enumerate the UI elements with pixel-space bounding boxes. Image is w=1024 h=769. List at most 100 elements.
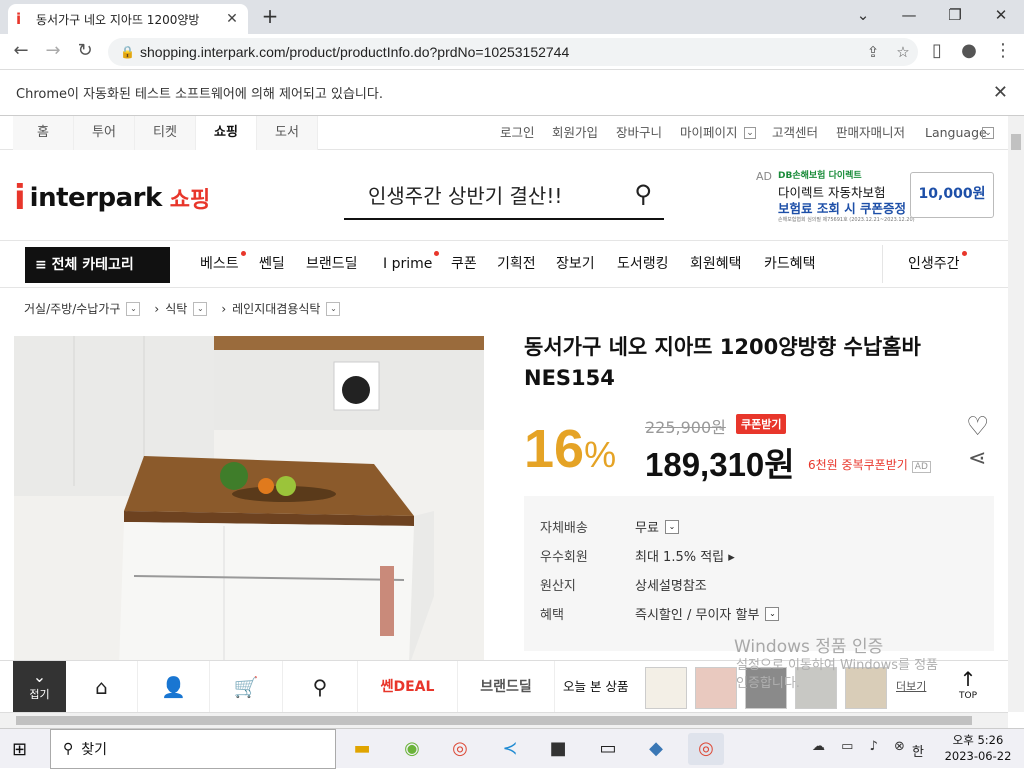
infobar-text: Chrome이 자동화된 테스트 소프트웨어에 의해 제어되고 있습니다. <box>16 87 383 102</box>
chrome-active-icon[interactable]: ◎ <box>688 733 724 765</box>
cat-coupon[interactable]: 쿠폰 <box>451 241 477 287</box>
mypage-dropdown-icon[interactable]: ⌄ <box>744 127 756 139</box>
windows-start-icon[interactable]: ⊞ <box>12 739 27 760</box>
minimize-button[interactable]: — <box>894 4 924 28</box>
search-icon[interactable]: ⚲ <box>283 661 358 713</box>
topnav-books[interactable]: 도서 <box>257 116 318 150</box>
forward-icon[interactable]: → <box>42 42 64 62</box>
chevron-down-icon[interactable]: ⌄ <box>326 301 341 316</box>
language-dropdown-icon[interactable]: ⌄ <box>982 127 994 139</box>
address-bar[interactable]: 🔒 shopping.interpark.com/product/product… <box>108 38 918 66</box>
bookmark-star-icon[interactable]: ☆ <box>888 43 918 61</box>
system-tray[interactable]: ☁ ▭ ♪ ⊗ <box>812 739 911 754</box>
mypage-link[interactable]: 마이페이지 <box>680 116 738 150</box>
cart-link[interactable]: 장바구니 <box>616 116 662 150</box>
duplicate-coupon-link[interactable]: 6천원 중복쿠폰받기 AD <box>808 456 931 473</box>
close-window-button[interactable]: ✕ <box>986 4 1016 28</box>
url-text[interactable]: shopping.interpark.com/product/productIn… <box>140 44 858 60</box>
cat-sendeal[interactable]: 쎈딜 <box>259 241 285 287</box>
menu-kebab-icon[interactable]: ⋮ <box>992 42 1014 62</box>
vertical-scrollbar[interactable] <box>1008 116 1024 712</box>
insurance-ad-banner[interactable]: AD DB손해보험 다이렉트 다이렉트 자동차보험 보험료 조회 시 쿠폰증정 … <box>756 164 996 226</box>
chevron-down-icon[interactable]: ⌄ <box>126 301 141 316</box>
tab-search-icon[interactable]: ⌄ <box>848 4 878 28</box>
topnav-tour[interactable]: 투어 <box>74 116 135 150</box>
new-tab-button[interactable]: + <box>258 6 282 28</box>
sticky-app-icon[interactable]: ■ <box>540 733 576 765</box>
chevron-down-icon[interactable]: ⌄ <box>193 301 208 316</box>
topnav-ticket[interactable]: 티켓 <box>135 116 196 150</box>
back-icon[interactable]: ← <box>10 42 32 62</box>
cat-grocery[interactable]: 장보기 <box>556 241 595 287</box>
recent-product-thumb[interactable] <box>645 667 687 709</box>
side-panel-icon[interactable]: ▯ <box>926 42 948 62</box>
language-select[interactable]: Language <box>925 116 987 150</box>
info-row-shipping: 자체배송 무료 ⌄ <box>540 512 994 541</box>
fold-button[interactable]: ⌄ 접기 <box>13 661 66 713</box>
info-value[interactable]: 최대 1.5% 적립 ▸ <box>635 546 735 565</box>
file-explorer-icon[interactable]: ▬ <box>344 733 380 765</box>
info-key: 자체배송 <box>540 521 588 536</box>
sendeal-button[interactable]: 쎈DEAL <box>358 661 458 713</box>
share-icon[interactable]: ⋖ <box>968 446 986 471</box>
cat-exhibition[interactable]: 기획전 <box>497 241 536 287</box>
home-icon[interactable]: ⌂ <box>66 661 138 713</box>
taskbar-search[interactable]: ⚲ 찾기 <box>50 729 336 769</box>
ad-fine-print: 손해보험협회 심의필 제75691호 (2023.12.21~2023.12.2… <box>778 217 915 223</box>
cat-best-label: 베스트 <box>200 256 239 272</box>
new-dot <box>240 251 246 256</box>
restore-button[interactable]: ❐ <box>940 4 970 28</box>
search-box[interactable]: 인생주간 상반기 결산!! ⚲ <box>344 178 664 220</box>
cart-icon[interactable]: 🛒 <box>210 661 283 713</box>
cat-book-ranking[interactable]: 도서랭킹 <box>617 241 669 287</box>
cat-card-benefits[interactable]: 카드혜택 <box>764 241 816 287</box>
chrome-icon[interactable]: ◎ <box>442 733 478 765</box>
cat-best[interactable]: 베스트 <box>200 241 246 287</box>
discount-unit: % <box>584 434 617 475</box>
python-icon[interactable]: ◆ <box>638 733 674 765</box>
chevron-down-icon[interactable]: ⌄ <box>765 606 780 621</box>
reload-icon[interactable]: ↻ <box>74 42 96 62</box>
close-infobar-icon[interactable]: ✕ <box>993 82 1008 103</box>
cat-iprime[interactable]: I prime <box>383 241 440 287</box>
recent-product-thumb[interactable] <box>695 667 737 709</box>
get-coupon-button[interactable]: 쿠폰받기 <box>736 414 787 434</box>
chevron-down-icon[interactable]: ⌄ <box>664 519 679 534</box>
search-input[interactable]: 인생주간 상반기 결산!! <box>368 180 562 209</box>
interpark-logo[interactable]: ⅰ interpark 쇼핑 <box>14 178 210 218</box>
wishlist-heart-icon[interactable]: ♡ <box>966 412 989 442</box>
top-button[interactable]: ↑ TOP <box>952 667 984 701</box>
user-icon[interactable]: 👤 <box>138 661 210 713</box>
browser-tab[interactable]: ⅰ 동서가구 네오 지아뜨 1200양방 ✕ <box>8 4 248 34</box>
share-page-icon[interactable]: ⇪ <box>858 43 888 61</box>
breadcrumb-level1[interactable]: 거실/주방/수납가구 <box>24 300 120 317</box>
scrollbar-thumb[interactable] <box>1011 134 1021 150</box>
branddeal-button[interactable]: 브랜드딜 <box>458 661 555 713</box>
product-image[interactable] <box>14 336 484 660</box>
ad-tag: AD <box>911 461 931 473</box>
discount-value: 16 <box>524 419 585 479</box>
hscroll-thumb[interactable] <box>16 716 972 725</box>
ime-indicator[interactable]: 한 <box>912 741 924 760</box>
profile-icon[interactable]: ● <box>958 42 980 62</box>
vscode-icon[interactable]: ≺ <box>492 733 528 765</box>
topnav-shopping[interactable]: 쇼핑 <box>196 116 257 150</box>
taskbar-clock[interactable]: 오후 5:26 2023-06-22 <box>940 732 1016 764</box>
info-value: 상세설명참조 <box>635 579 707 594</box>
cat-member-benefits[interactable]: 회원혜택 <box>690 241 742 287</box>
seller-manager-link[interactable]: 판매자매니저 <box>836 116 905 150</box>
customer-center-link[interactable]: 고객센터 <box>772 116 818 150</box>
breadcrumb-level2[interactable]: 식탁 <box>165 300 187 317</box>
all-categories-button[interactable]: ≡ 전체 카테고리 <box>25 247 170 283</box>
cat-lifeweek[interactable]: 인생주간 <box>908 241 967 287</box>
cat-branddeal[interactable]: 브랜드딜 <box>306 241 358 287</box>
login-link[interactable]: 로그인 <box>500 116 535 150</box>
topnav-home[interactable]: 홈 <box>13 116 74 150</box>
terminal-icon[interactable]: ▭ <box>590 733 626 765</box>
horizontal-scrollbar[interactable] <box>0 712 1008 728</box>
close-tab-icon[interactable]: ✕ <box>224 11 240 27</box>
signup-link[interactable]: 회원가입 <box>552 116 598 150</box>
breadcrumb-level3[interactable]: 레인지대겸용식탁 <box>232 300 320 317</box>
search-icon[interactable]: ⚲ <box>634 180 652 208</box>
maps-app-icon[interactable]: ◉ <box>394 733 430 765</box>
